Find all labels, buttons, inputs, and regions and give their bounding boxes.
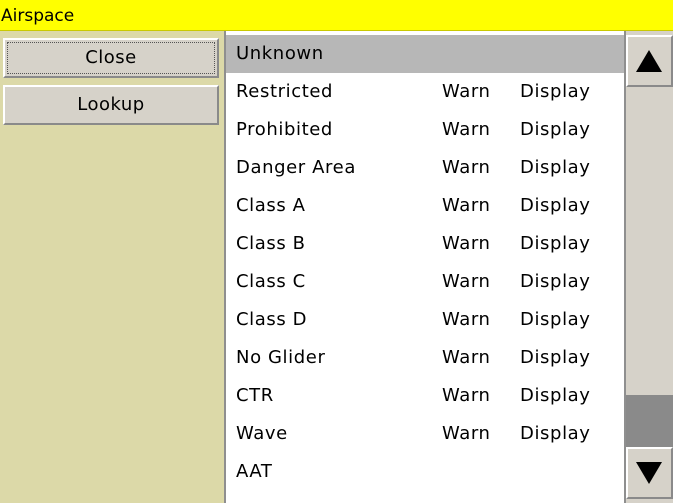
button-panel: Close Lookup <box>0 31 224 503</box>
display-setting: Display <box>520 195 591 216</box>
list-item[interactable]: AAT <box>226 453 624 491</box>
close-button[interactable]: Close <box>3 38 219 78</box>
airspace-class-label: Danger Area <box>236 157 356 178</box>
triangle-down-icon <box>636 462 662 484</box>
display-setting: Display <box>520 423 591 444</box>
airspace-class-label: Class D <box>236 309 308 330</box>
list-item[interactable]: Prohibited Warn Display <box>226 111 624 149</box>
display-setting: Display <box>520 271 591 292</box>
window-title: Airspace <box>1 6 75 26</box>
airspace-class-label: No Glider <box>236 347 326 368</box>
triangle-up-icon <box>636 50 662 72</box>
warn-setting: Warn <box>442 271 491 292</box>
airspace-class-label: Class A <box>236 195 306 216</box>
list-item[interactable]: No Glider Warn Display <box>226 339 624 377</box>
airspace-class-label: Class C <box>236 271 306 292</box>
display-setting: Display <box>520 233 591 254</box>
warn-setting: Warn <box>442 347 491 368</box>
lookup-button[interactable]: Lookup <box>3 85 219 125</box>
airspace-list[interactable]: Unknown Restricted Warn Display Prohibit… <box>224 31 624 503</box>
display-setting: Display <box>520 119 591 140</box>
display-setting: Display <box>520 385 591 406</box>
display-setting: Display <box>520 347 591 368</box>
warn-setting: Warn <box>442 119 491 140</box>
warn-setting: Warn <box>442 309 491 330</box>
list-item[interactable]: Danger Area Warn Display <box>226 149 624 187</box>
title-bar: Airspace <box>0 0 673 31</box>
list-item[interactable]: Unknown <box>226 35 624 73</box>
warn-setting: Warn <box>442 81 491 102</box>
scroll-down-button[interactable] <box>626 447 673 499</box>
list-item[interactable]: Wave Warn Display <box>226 415 624 453</box>
list-item[interactable]: Class A Warn Display <box>226 187 624 225</box>
display-setting: Display <box>520 157 591 178</box>
airspace-class-label: Prohibited <box>236 119 333 140</box>
airspace-class-label: Class B <box>236 233 306 254</box>
list-item[interactable]: Class C Warn Display <box>226 263 624 301</box>
airspace-class-label: Restricted <box>236 81 334 102</box>
warn-setting: Warn <box>442 385 491 406</box>
list-item[interactable]: Class B Warn Display <box>226 225 624 263</box>
airspace-class-label: Unknown <box>236 43 324 64</box>
airspace-class-label: CTR <box>236 385 274 406</box>
scrollbar-thumb[interactable] <box>626 395 673 447</box>
warn-setting: Warn <box>442 423 491 444</box>
warn-setting: Warn <box>442 233 491 254</box>
display-setting: Display <box>520 81 591 102</box>
scroll-up-button[interactable] <box>626 35 673 87</box>
display-setting: Display <box>520 309 591 330</box>
list-item[interactable]: Class D Warn Display <box>226 301 624 339</box>
list-item[interactable]: CTR Warn Display <box>226 377 624 415</box>
airspace-class-label: AAT <box>236 461 273 482</box>
list-item[interactable]: Restricted Warn Display <box>226 73 624 111</box>
warn-setting: Warn <box>442 195 491 216</box>
airspace-class-label: Wave <box>236 423 288 444</box>
warn-setting: Warn <box>442 157 491 178</box>
vertical-scrollbar[interactable] <box>624 31 673 503</box>
